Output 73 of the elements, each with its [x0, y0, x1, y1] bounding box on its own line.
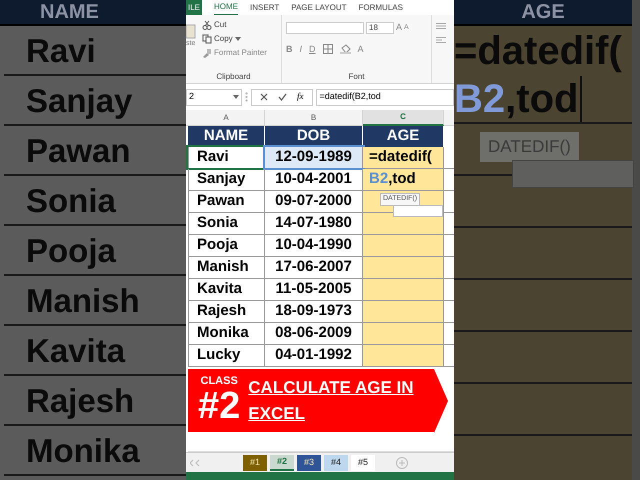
name-box-text: 2 — [189, 90, 194, 104]
table-cell: Kavita — [188, 279, 265, 300]
group-label: Font — [348, 71, 364, 84]
cut-button[interactable]: Cut — [214, 19, 226, 31]
banner-title: CALCULATE AGE IN EXCEL — [248, 376, 415, 425]
table-cell: Lucky — [188, 345, 265, 366]
table-cell: Pawan — [26, 134, 131, 166]
italic-button[interactable]: I — [300, 42, 302, 56]
banner-label: CLASS — [200, 376, 238, 388]
table-cell: B2,tod — [363, 169, 444, 190]
scroll-arrows-icon — [190, 458, 200, 467]
font-color-button[interactable]: A — [358, 42, 364, 56]
font-name-field[interactable] — [286, 22, 364, 34]
insert-function-button[interactable]: fx — [297, 90, 304, 104]
brush-icon — [202, 48, 212, 58]
table-cell: Sanjay — [188, 169, 265, 190]
table-cell: Pooja — [26, 234, 116, 266]
table-cell: Sonia — [188, 213, 265, 234]
font-size-field[interactable]: 18 — [366, 22, 394, 34]
ribbon-tab[interactable]: INSERT — [250, 0, 280, 15]
table-header-cell: AGE — [363, 126, 444, 148]
table-cell: Monika — [188, 323, 265, 344]
check-icon — [278, 93, 287, 102]
table-cell: Pawan — [188, 191, 265, 212]
table-header-cell: NAME — [188, 126, 265, 148]
caret-icon — [233, 95, 239, 100]
ribbon-tab[interactable]: PAGE LAYOUT — [291, 0, 346, 15]
table-header-cell: DOB — [265, 126, 363, 148]
column-header: AGE — [521, 1, 565, 23]
table-cell: Ravi — [188, 147, 265, 168]
table-cell: Sonia — [26, 184, 116, 216]
table-cell: 12-09-1989 — [265, 147, 363, 168]
table-cell-text: =datedif( — [454, 28, 623, 75]
sheet-tab[interactable]: #4 — [324, 454, 348, 471]
sheet-tab[interactable]: #1 — [243, 454, 267, 471]
table-cell: Rajesh — [188, 301, 265, 322]
name-box[interactable]: 2 — [186, 88, 242, 106]
add-sheet-icon — [396, 456, 408, 469]
table-cell: Monika — [26, 434, 140, 466]
ribbon-tab[interactable]: FORMULAS — [358, 0, 403, 15]
sheet-tab[interactable]: #3 — [297, 454, 321, 471]
banner-number: #2 — [198, 387, 240, 426]
table-cell: B2,tod — [454, 76, 582, 122]
sheet-tab[interactable]: #5 — [351, 454, 375, 471]
format-painter-button[interactable]: Format Painter — [214, 47, 267, 59]
group-label: Clipboard — [216, 71, 251, 84]
borders-icon — [322, 44, 333, 54]
table-cell: Sanjay — [26, 84, 132, 116]
table-cell: Manish — [188, 257, 265, 278]
bold-button[interactable]: B — [286, 42, 292, 56]
copy-button[interactable]: Copy — [214, 33, 233, 45]
sheet-tab[interactable]: #2 — [270, 454, 294, 471]
column-header[interactable]: C — [363, 110, 444, 126]
grow-font-button[interactable]: A — [396, 21, 402, 34]
table-cell: Manish — [26, 284, 140, 316]
grip-icon — [245, 92, 248, 102]
autocomplete-box — [393, 205, 443, 217]
table-cell: Kavita — [26, 334, 126, 366]
formula-field[interactable]: =datedif(B2,tod — [316, 88, 454, 106]
fill-bucket-icon — [340, 44, 351, 54]
caret-icon — [234, 37, 241, 41]
cancel-icon — [260, 93, 268, 102]
table-cell: =datedif( — [363, 147, 444, 168]
table-cell: Pooja — [188, 235, 265, 256]
ribbon-tab[interactable]: ILE — [186, 0, 202, 15]
scissors-icon — [202, 20, 212, 30]
table-cell: Rajesh — [26, 384, 134, 416]
align-left-icon — [436, 37, 446, 43]
copy-icon — [202, 34, 212, 44]
underline-button[interactable]: D — [309, 42, 316, 56]
column-header: NAME — [40, 1, 99, 23]
align-top-icon — [436, 23, 446, 29]
table-cell: Ravi — [26, 34, 96, 66]
